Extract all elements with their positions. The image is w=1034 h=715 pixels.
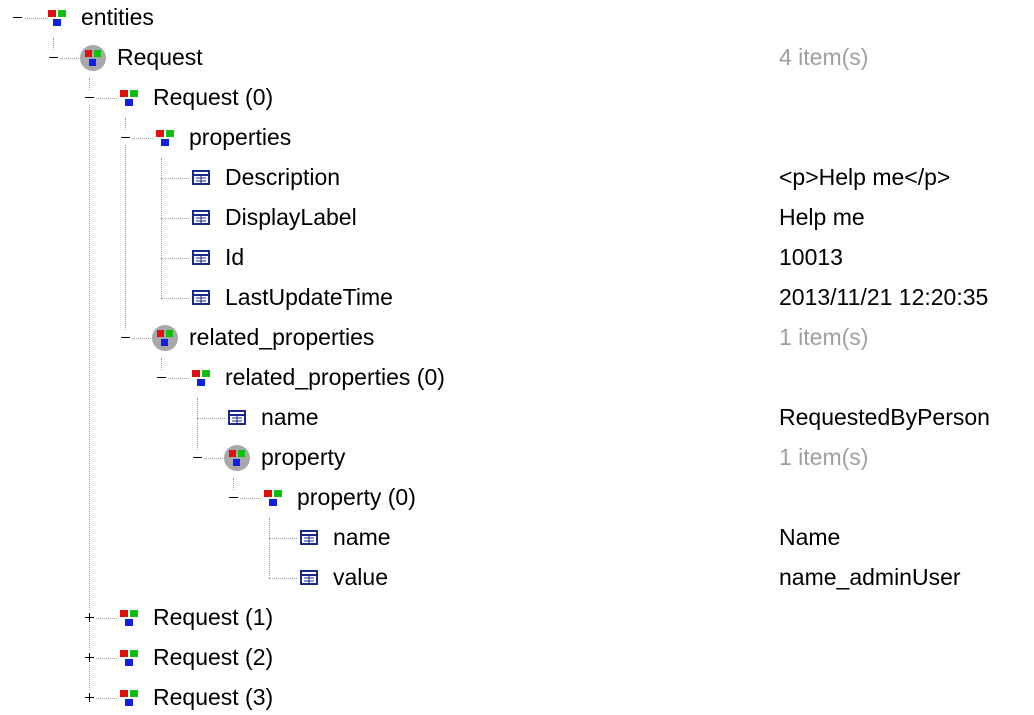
node-value: 4 item(s) — [779, 44, 869, 70]
node-label: Request (2) — [153, 644, 276, 670]
tree-connector — [161, 258, 189, 259]
tree-connector — [197, 418, 225, 419]
expand-toggle[interactable] — [83, 691, 96, 704]
tree-node-related-properties-0[interactable]: related_properties (0) — [0, 358, 1034, 398]
tree-connector — [161, 178, 189, 179]
node-label: Request (0) — [153, 84, 276, 110]
entity-group-icon — [261, 486, 285, 510]
node-label: Request (1) — [153, 604, 276, 630]
collapse-toggle[interactable] — [155, 371, 168, 384]
property-icon — [297, 566, 321, 590]
tree-connector — [269, 538, 297, 539]
tree-node-request-collection[interactable]: Request 4 item(s) — [0, 38, 1034, 78]
node-value: Name — [779, 524, 841, 550]
node-value: <p>Help me</p> — [779, 164, 951, 190]
entity-group-icon — [189, 366, 213, 390]
tree-node-displaylabel[interactable]: DisplayLabel Help me — [0, 198, 1034, 238]
tree-node-entities[interactable]: entities — [0, 0, 1034, 38]
tree-connector — [125, 118, 126, 338]
collapse-toggle[interactable] — [119, 331, 132, 344]
node-value: 10013 — [779, 244, 843, 270]
node-value: 1 item(s) — [779, 444, 869, 470]
entity-group-icon — [45, 6, 69, 30]
node-value: 1 item(s) — [779, 324, 869, 350]
collection-icon — [224, 445, 250, 471]
collapse-toggle[interactable] — [191, 451, 204, 464]
tree-connector — [161, 298, 189, 299]
tree-node-value[interactable]: value name_adminUser — [0, 558, 1034, 598]
node-label: property (0) — [297, 484, 418, 510]
entity-group-icon — [117, 606, 141, 630]
tree-node-request-2[interactable]: Request (2) — [0, 638, 1034, 678]
collapse-toggle[interactable] — [83, 91, 96, 104]
tree-node-request-3[interactable]: Request (3) — [0, 678, 1034, 715]
node-value: Help me — [779, 204, 865, 230]
tree-node-id[interactable]: Id 10013 — [0, 238, 1034, 278]
collection-icon — [152, 325, 178, 351]
property-icon — [297, 526, 321, 550]
node-label: properties — [189, 124, 294, 150]
property-icon — [225, 406, 249, 430]
node-label: related_properties — [189, 324, 377, 350]
tree-node-name[interactable]: name RequestedByPerson — [0, 398, 1034, 438]
collection-icon — [80, 45, 106, 71]
node-label: Id — [225, 244, 247, 270]
collapse-toggle[interactable] — [227, 491, 240, 504]
expand-toggle[interactable] — [83, 651, 96, 664]
node-value: name_adminUser — [779, 564, 961, 590]
tree-connector — [89, 78, 90, 698]
node-label: Request — [117, 44, 205, 70]
tree-node-related-properties[interactable]: related_properties 1 item(s) — [0, 318, 1034, 358]
tree-node-property-collection[interactable]: property 1 item(s) — [0, 438, 1034, 478]
entity-group-icon — [117, 686, 141, 710]
tree-node-description[interactable]: Description <p>Help me</p> — [0, 158, 1034, 198]
node-label: Description — [225, 164, 343, 190]
tree-connector — [20, 18, 48, 19]
expand-toggle[interactable] — [83, 611, 96, 624]
node-label: DisplayLabel — [225, 204, 359, 230]
node-label: name — [261, 404, 321, 430]
node-label: related_properties (0) — [225, 364, 447, 390]
collapse-toggle[interactable] — [47, 51, 60, 64]
entity-group-icon — [153, 126, 177, 150]
tree-node-property-0[interactable]: property (0) — [0, 478, 1034, 518]
entity-group-icon — [117, 646, 141, 670]
tree-connector — [269, 518, 270, 578]
property-icon — [189, 166, 213, 190]
tree-connector — [161, 218, 189, 219]
tree-connector — [197, 398, 198, 458]
property-icon — [189, 206, 213, 230]
node-label: entities — [81, 4, 156, 30]
collapse-toggle[interactable] — [119, 131, 132, 144]
entity-group-icon — [117, 86, 141, 110]
node-label: Request (3) — [153, 684, 276, 710]
collapse-toggle[interactable] — [11, 11, 24, 24]
node-value: RequestedByPerson — [779, 404, 990, 430]
tree-node-properties[interactable]: properties — [0, 118, 1034, 158]
node-label: LastUpdateTime — [225, 284, 395, 310]
tree-node-request-1[interactable]: Request (1) — [0, 598, 1034, 638]
tree-node-name[interactable]: name Name — [0, 518, 1034, 558]
tree-node-request-0[interactable]: Request (0) — [0, 78, 1034, 118]
node-label: value — [333, 564, 390, 590]
property-icon — [189, 246, 213, 270]
tree-connector — [269, 578, 297, 579]
node-label: property — [261, 444, 348, 470]
tree-view: entities Request 4 item(s) Request (0) p… — [0, 0, 1034, 715]
node-label: name — [333, 524, 393, 550]
property-icon — [189, 286, 213, 310]
tree-connector — [161, 158, 162, 298]
node-value: 2013/11/21 12:20:35 — [779, 284, 989, 310]
tree-node-lastupdatetime[interactable]: LastUpdateTime 2013/11/21 12:20:35 — [0, 278, 1034, 318]
